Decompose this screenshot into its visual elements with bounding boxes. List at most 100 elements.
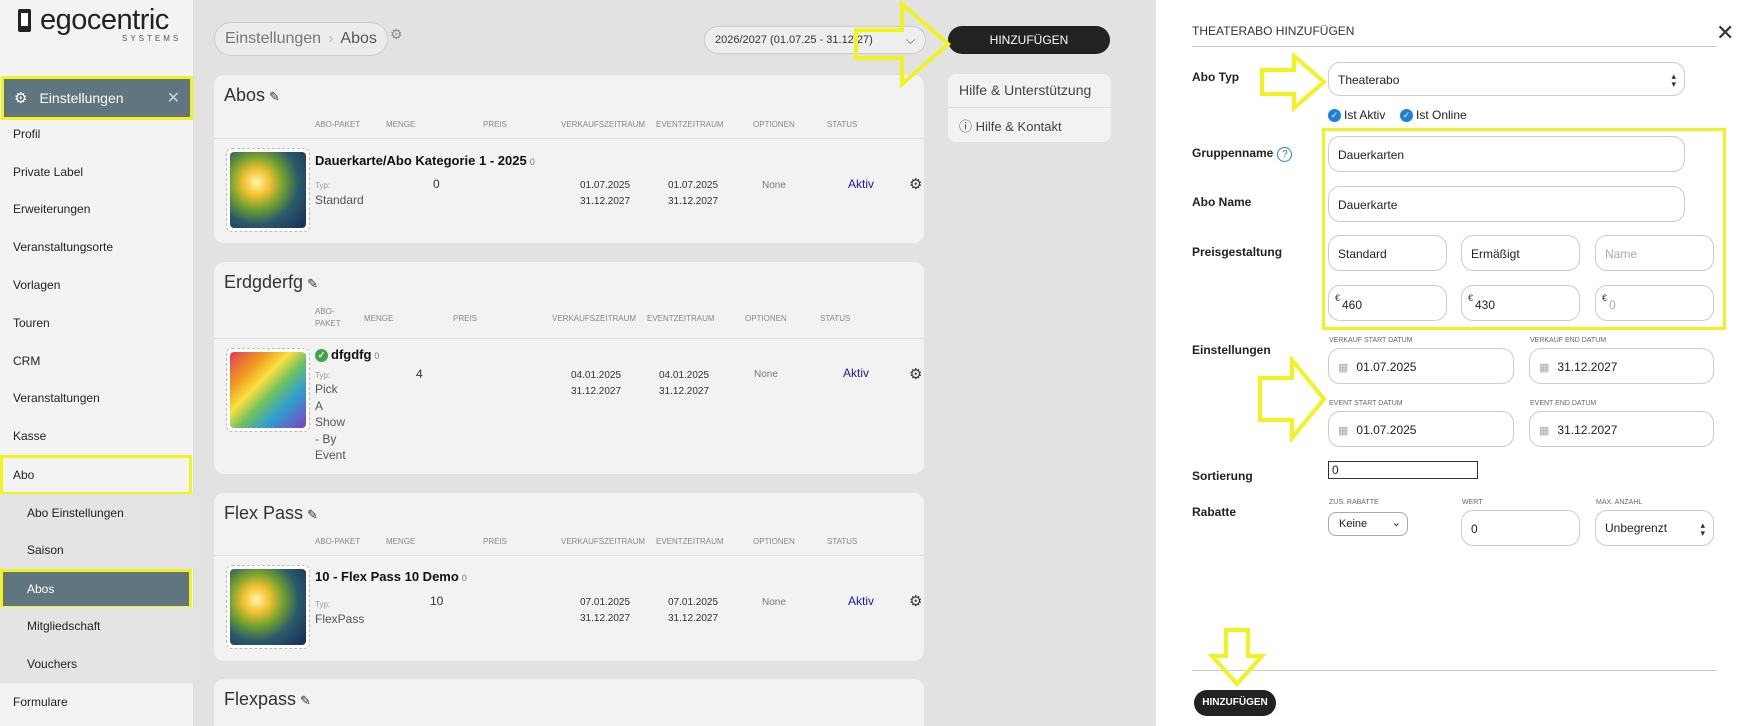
help-title[interactable]: Hilfe & Unterstützung <box>959 82 1091 98</box>
column-header: PREIS <box>483 537 508 546</box>
sidebar-section-label: Einstellungen <box>39 90 124 106</box>
package-name[interactable]: Dauerkarte/Abo Kategorie 1 - 2025 0 <box>315 153 535 168</box>
submit-add-button[interactable]: HINZUFÜGEN <box>1194 690 1276 716</box>
package-count: 0 <box>374 351 380 361</box>
breadcrumb: Einstellungen › Abos <box>214 22 388 56</box>
brand-logo[interactable]: egocentric SYSTEMS <box>16 4 186 44</box>
add-button[interactable]: HINZUFÜGEN <box>948 26 1110 54</box>
brand-name: egocentric <box>40 4 169 36</box>
sidebar-item-vouchers[interactable]: Vouchers <box>0 645 194 683</box>
price-value-input-2[interactable]: €430 <box>1461 285 1580 321</box>
breadcrumb-item-einstellungen[interactable]: Einstellungen <box>225 30 321 48</box>
column-header: EVENTZEITRAUM <box>656 537 724 546</box>
sidebar-item-abo[interactable]: Abo <box>0 455 192 495</box>
gear-icon[interactable]: ⚙ <box>909 592 922 610</box>
divider <box>214 555 924 556</box>
ist-online-checkbox[interactable]: ✓ Ist Online <box>1400 108 1467 122</box>
package-thumbnail[interactable] <box>226 348 310 432</box>
sortierung-input[interactable]: 0 <box>1328 461 1478 479</box>
price-name-input-2[interactable]: Ermäßigt <box>1461 235 1580 271</box>
sidebar-item-label: Veranstaltungen <box>13 391 100 405</box>
help-box: Hilfe & Unterstützung ⓘ Hilfe & Kontakt <box>948 74 1111 142</box>
sidebar-item-veranstaltungen[interactable]: Veranstaltungen <box>0 379 194 417</box>
zus-rabatte-value: Keine <box>1339 518 1368 530</box>
price-name-input-3[interactable]: Name <box>1595 235 1714 271</box>
column-header: STATUS <box>827 537 858 546</box>
sidebar-item-abos[interactable]: Abos <box>0 569 192 609</box>
sidebar-item-profil[interactable]: Profil <box>0 115 194 153</box>
package-count: 0 <box>529 157 535 167</box>
close-icon[interactable]: ✕ <box>167 88 180 108</box>
sortierung-value: 0 <box>1332 463 1339 477</box>
wert-label: WERT <box>1462 499 1483 506</box>
group-title-text: Flexpass <box>224 689 297 709</box>
status-badge[interactable]: Aktiv <box>843 366 869 380</box>
event-start-label: EVENT START DATUM <box>1329 400 1403 407</box>
sidebar-item-erweiterungen[interactable]: Erweiterungen <box>0 190 194 228</box>
sidebar-item-label: Abos <box>27 582 55 596</box>
abo-group-card: Flexpass ✎ <box>214 679 924 726</box>
phone-icon <box>18 9 31 32</box>
price-value-input-3[interactable]: €0 <box>1595 285 1714 321</box>
options-value: None <box>762 180 786 191</box>
sidebar-item-kasse[interactable]: Kasse <box>0 417 194 455</box>
gear-icon[interactable]: ⚙ <box>909 365 922 383</box>
sidebar-item-veranstaltungsorte[interactable]: Veranstaltungsorte <box>0 228 194 266</box>
sidebar-item-abo-einstellungen[interactable]: Abo Einstellungen <box>0 494 194 532</box>
pencil-icon[interactable]: ✎ <box>307 276 318 291</box>
event-end-date-input[interactable]: ▦ 31.12.2027 <box>1529 411 1714 447</box>
price-value: 430 <box>1475 298 1496 312</box>
sidebar-item-label: Kasse <box>13 429 47 443</box>
close-icon[interactable]: ✕ <box>1716 20 1734 46</box>
sidebar-section-einstellungen[interactable]: ⚙ Einstellungen ✕ <box>1 76 193 120</box>
package-thumbnail[interactable] <box>226 565 310 649</box>
package-name[interactable]: 10 - Flex Pass 10 Demo 0 <box>315 569 467 584</box>
status-badge[interactable]: Aktiv <box>848 177 874 191</box>
event-start-date-input[interactable]: ▦ 01.07.2025 <box>1328 411 1514 447</box>
max-anzahl-select[interactable]: Unbegrenzt ▴ ▾ <box>1595 510 1714 546</box>
sidebar-item-touren[interactable]: Touren <box>0 304 194 342</box>
panel-title: THEATERABO HINZUFÜGEN <box>1192 24 1355 38</box>
sale-start-date: 01.07.2025 <box>580 180 631 191</box>
pencil-icon[interactable]: ✎ <box>269 89 280 104</box>
sidebar-item-label: Erweiterungen <box>13 202 91 216</box>
sidebar-item-formulare[interactable]: Formulare <box>0 683 194 721</box>
sidebar-item-label: Abo Einstellungen <box>27 506 124 520</box>
pencil-icon[interactable]: ✎ <box>307 507 318 522</box>
package-thumbnail[interactable] <box>226 148 310 232</box>
abo-name-input[interactable]: Dauerkarte <box>1328 186 1685 222</box>
sidebar-item-saison[interactable]: Saison <box>0 531 194 569</box>
sale-period: 07.01.2025 31.12.2027 <box>580 595 630 627</box>
group-title: Flexpass ✎ <box>224 689 311 710</box>
type-value-line: - By <box>315 431 337 446</box>
chevron-down-icon: ⌵ <box>905 33 915 47</box>
quantity-value: 4 <box>416 367 423 381</box>
sidebar-item-crm[interactable]: CRM <box>0 342 194 380</box>
verkauf-end-date-input[interactable]: ▦ 31.12.2027 <box>1529 348 1714 384</box>
options-value: None <box>754 369 778 380</box>
season-select[interactable]: 2026/2027 (01.07.25 - 31.12.27) ⌵ <box>704 26 926 54</box>
price-name-value: Standard <box>1338 247 1387 261</box>
price-name-input-1[interactable]: Standard <box>1328 235 1447 271</box>
help-contact-link[interactable]: ⓘ Hilfe & Kontakt <box>959 116 1062 135</box>
pencil-icon[interactable]: ✎ <box>300 693 311 708</box>
gruppenname-input[interactable]: Dauerkarten <box>1328 136 1685 172</box>
event-period: 07.01.2025 31.12.2027 <box>668 595 718 627</box>
zus-rabatte-select[interactable]: Keine ⌄ <box>1328 512 1408 536</box>
sidebar-item-vorlagen[interactable]: Vorlagen <box>0 266 194 304</box>
status-badge[interactable]: Aktiv <box>848 594 874 608</box>
wert-input[interactable]: 0 <box>1461 510 1580 546</box>
price-value-input-1[interactable]: €460 <box>1328 285 1447 321</box>
verkauf-start-date-input[interactable]: ▦ 01.07.2025 <box>1328 348 1514 384</box>
settings-gear-icon[interactable]: ⚙ <box>390 26 403 43</box>
help-circle-icon[interactable]: ? <box>1277 147 1293 162</box>
gear-icon[interactable]: ⚙ <box>909 175 922 193</box>
sidebar-item-private-label[interactable]: Private Label <box>0 153 194 191</box>
sidebar-item-mitgliedschaft[interactable]: Mitgliedschaft <box>0 607 194 645</box>
divider <box>948 107 1111 108</box>
abo-typ-select[interactable]: Theaterabo ▴ ▾ <box>1328 62 1685 96</box>
sidebar-item-label: Saison <box>27 543 64 557</box>
column-header: PREIS <box>453 314 478 323</box>
ist-aktiv-checkbox[interactable]: ✓ Ist Aktiv <box>1328 108 1385 122</box>
package-name[interactable]: ✓ dfgdfg 0 <box>315 347 379 362</box>
